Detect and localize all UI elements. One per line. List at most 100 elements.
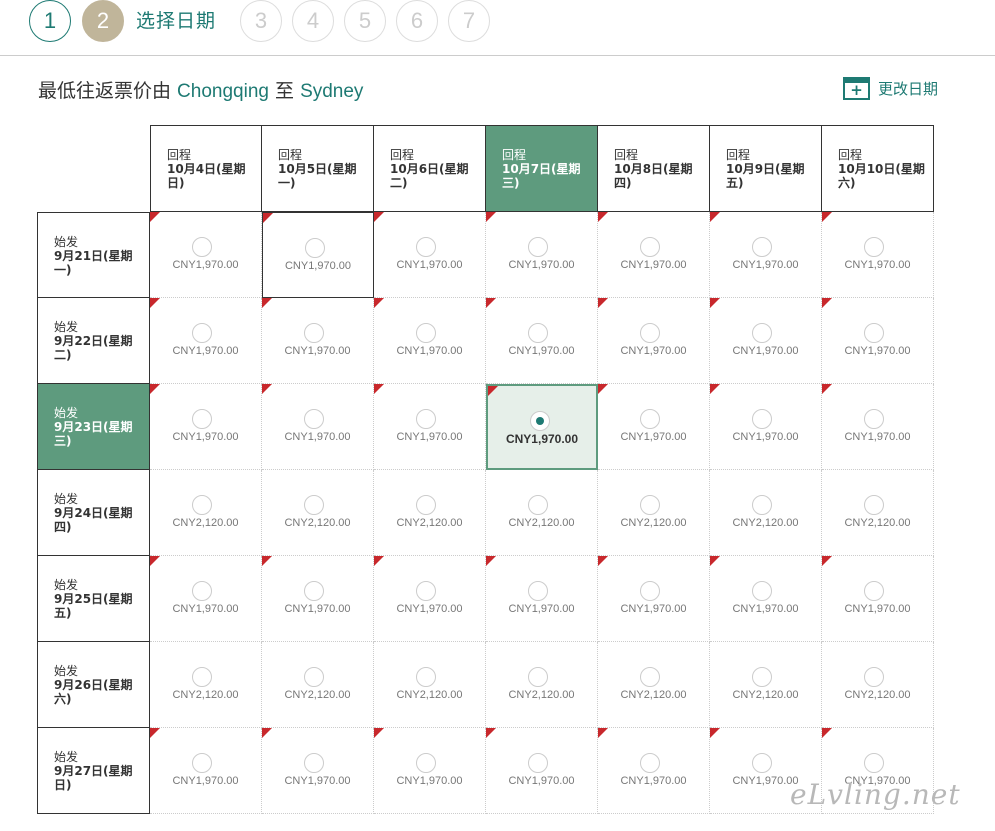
fare-radio[interactable] — [640, 237, 660, 257]
fare-radio[interactable] — [752, 323, 772, 343]
fare-cell[interactable]: CNY1,970.00 — [598, 212, 710, 298]
fare-radio[interactable] — [864, 581, 884, 601]
fare-cell[interactable]: CNY1,970.00 — [822, 212, 934, 298]
fare-radio[interactable] — [192, 409, 212, 429]
fare-radio[interactable] — [640, 495, 660, 515]
fare-radio[interactable] — [304, 753, 324, 773]
fare-radio[interactable] — [528, 753, 548, 773]
fare-cell[interactable]: CNY1,970.00 — [710, 212, 822, 298]
fare-cell[interactable]: CNY1,970.00 — [598, 556, 710, 642]
fare-cell[interactable]: CNY2,120.00 — [710, 642, 822, 728]
fare-radio[interactable] — [304, 667, 324, 687]
fare-radio[interactable] — [192, 581, 212, 601]
fare-cell[interactable]: CNY1,970.00 — [262, 212, 374, 298]
fare-radio[interactable] — [416, 323, 436, 343]
fare-radio[interactable] — [416, 495, 436, 515]
fare-radio[interactable] — [528, 495, 548, 515]
fare-radio[interactable] — [640, 753, 660, 773]
fare-radio[interactable] — [192, 753, 212, 773]
fare-cell[interactable]: CNY2,120.00 — [822, 642, 934, 728]
fare-radio[interactable] — [305, 238, 325, 258]
fare-cell[interactable]: CNY2,120.00 — [822, 470, 934, 556]
fare-cell[interactable]: CNY1,970.00 — [822, 384, 934, 470]
fare-cell[interactable]: CNY1,970.00 — [150, 384, 262, 470]
fare-cell[interactable]: CNY1,970.00 — [374, 298, 486, 384]
fare-radio[interactable] — [864, 495, 884, 515]
fare-radio[interactable] — [416, 409, 436, 429]
fare-cell[interactable]: CNY1,970.00 — [486, 728, 598, 814]
fare-radio[interactable] — [752, 667, 772, 687]
fare-cell[interactable]: CNY1,970.00 — [710, 384, 822, 470]
fare-radio[interactable] — [640, 323, 660, 343]
fare-cell[interactable]: CNY1,970.00 — [486, 556, 598, 642]
fare-cell[interactable]: CNY2,120.00 — [374, 470, 486, 556]
fare-cell[interactable]: CNY2,120.00 — [598, 470, 710, 556]
fare-radio[interactable] — [192, 237, 212, 257]
fare-cell[interactable]: CNY2,120.00 — [598, 642, 710, 728]
fare-cell[interactable]: CNY1,970.00 — [374, 212, 486, 298]
fare-cell[interactable]: CNY2,120.00 — [262, 470, 374, 556]
return-label: 回程 — [278, 148, 303, 162]
fare-cell[interactable]: CNY1,970.00 — [598, 728, 710, 814]
fare-cell[interactable]: CNY2,120.00 — [710, 470, 822, 556]
fare-cell[interactable]: CNY1,970.00 — [822, 556, 934, 642]
fare-cell[interactable]: CNY1,970.00 — [262, 298, 374, 384]
fare-radio[interactable] — [752, 753, 772, 773]
fare-radio[interactable] — [304, 323, 324, 343]
fare-radio[interactable] — [752, 495, 772, 515]
fare-radio[interactable] — [864, 323, 884, 343]
fare-cell[interactable]: CNY1,970.00 — [486, 212, 598, 298]
fare-radio[interactable] — [416, 753, 436, 773]
fare-radio[interactable] — [640, 667, 660, 687]
fare-cell[interactable]: CNY1,970.00 — [262, 556, 374, 642]
fare-radio[interactable] — [416, 667, 436, 687]
fare-radio[interactable] — [752, 581, 772, 601]
fare-radio[interactable] — [416, 581, 436, 601]
fare-radio[interactable] — [304, 409, 324, 429]
fare-radio[interactable] — [192, 667, 212, 687]
fare-radio[interactable] — [528, 667, 548, 687]
fare-cell[interactable]: CNY1,970.00 — [598, 384, 710, 470]
fare-cell[interactable]: CNY1,970.00 — [150, 728, 262, 814]
fare-cell[interactable]: CNY1,970.00 — [486, 384, 598, 470]
fare-cell[interactable]: CNY2,120.00 — [486, 642, 598, 728]
change-date-link[interactable]: + 更改日期 — [843, 77, 938, 100]
fare-radio[interactable] — [752, 237, 772, 257]
fare-radio[interactable] — [528, 581, 548, 601]
fare-radio[interactable] — [864, 409, 884, 429]
fare-cell[interactable]: CNY2,120.00 — [150, 470, 262, 556]
fare-cell[interactable]: CNY1,970.00 — [262, 728, 374, 814]
fare-cell[interactable]: CNY1,970.00 — [710, 298, 822, 384]
fare-cell[interactable]: CNY2,120.00 — [262, 642, 374, 728]
fare-cell[interactable]: CNY2,120.00 — [486, 470, 598, 556]
step-1[interactable]: 1 — [29, 0, 71, 42]
fare-cell[interactable]: CNY1,970.00 — [150, 556, 262, 642]
fare-radio[interactable] — [528, 323, 548, 343]
fare-radio[interactable] — [864, 753, 884, 773]
fare-cell[interactable]: CNY1,970.00 — [150, 298, 262, 384]
fare-radio[interactable] — [192, 495, 212, 515]
fare-radio[interactable] — [416, 237, 436, 257]
fare-cell[interactable]: CNY1,970.00 — [486, 298, 598, 384]
fare-cell[interactable]: CNY2,120.00 — [374, 642, 486, 728]
fare-radio[interactable] — [752, 409, 772, 429]
fare-radio[interactable] — [528, 237, 548, 257]
fare-radio[interactable] — [192, 323, 212, 343]
fare-radio[interactable] — [640, 581, 660, 601]
fare-radio[interactable] — [304, 495, 324, 515]
fare-radio[interactable] — [864, 237, 884, 257]
fare-cell[interactable]: CNY1,970.00 — [822, 298, 934, 384]
fare-cell[interactable]: CNY1,970.00 — [374, 728, 486, 814]
fare-radio[interactable] — [864, 667, 884, 687]
fare-radio[interactable] — [530, 411, 550, 431]
fare-cell[interactable]: CNY1,970.00 — [374, 384, 486, 470]
fare-cell[interactable]: CNY1,970.00 — [598, 298, 710, 384]
fare-cell[interactable]: CNY1,970.00 — [262, 384, 374, 470]
watermark: eLvling.net — [790, 778, 961, 811]
fare-cell[interactable]: CNY1,970.00 — [710, 556, 822, 642]
fare-cell[interactable]: CNY1,970.00 — [374, 556, 486, 642]
fare-cell[interactable]: CNY1,970.00 — [150, 212, 262, 298]
fare-cell[interactable]: CNY2,120.00 — [150, 642, 262, 728]
fare-radio[interactable] — [304, 581, 324, 601]
fare-radio[interactable] — [640, 409, 660, 429]
